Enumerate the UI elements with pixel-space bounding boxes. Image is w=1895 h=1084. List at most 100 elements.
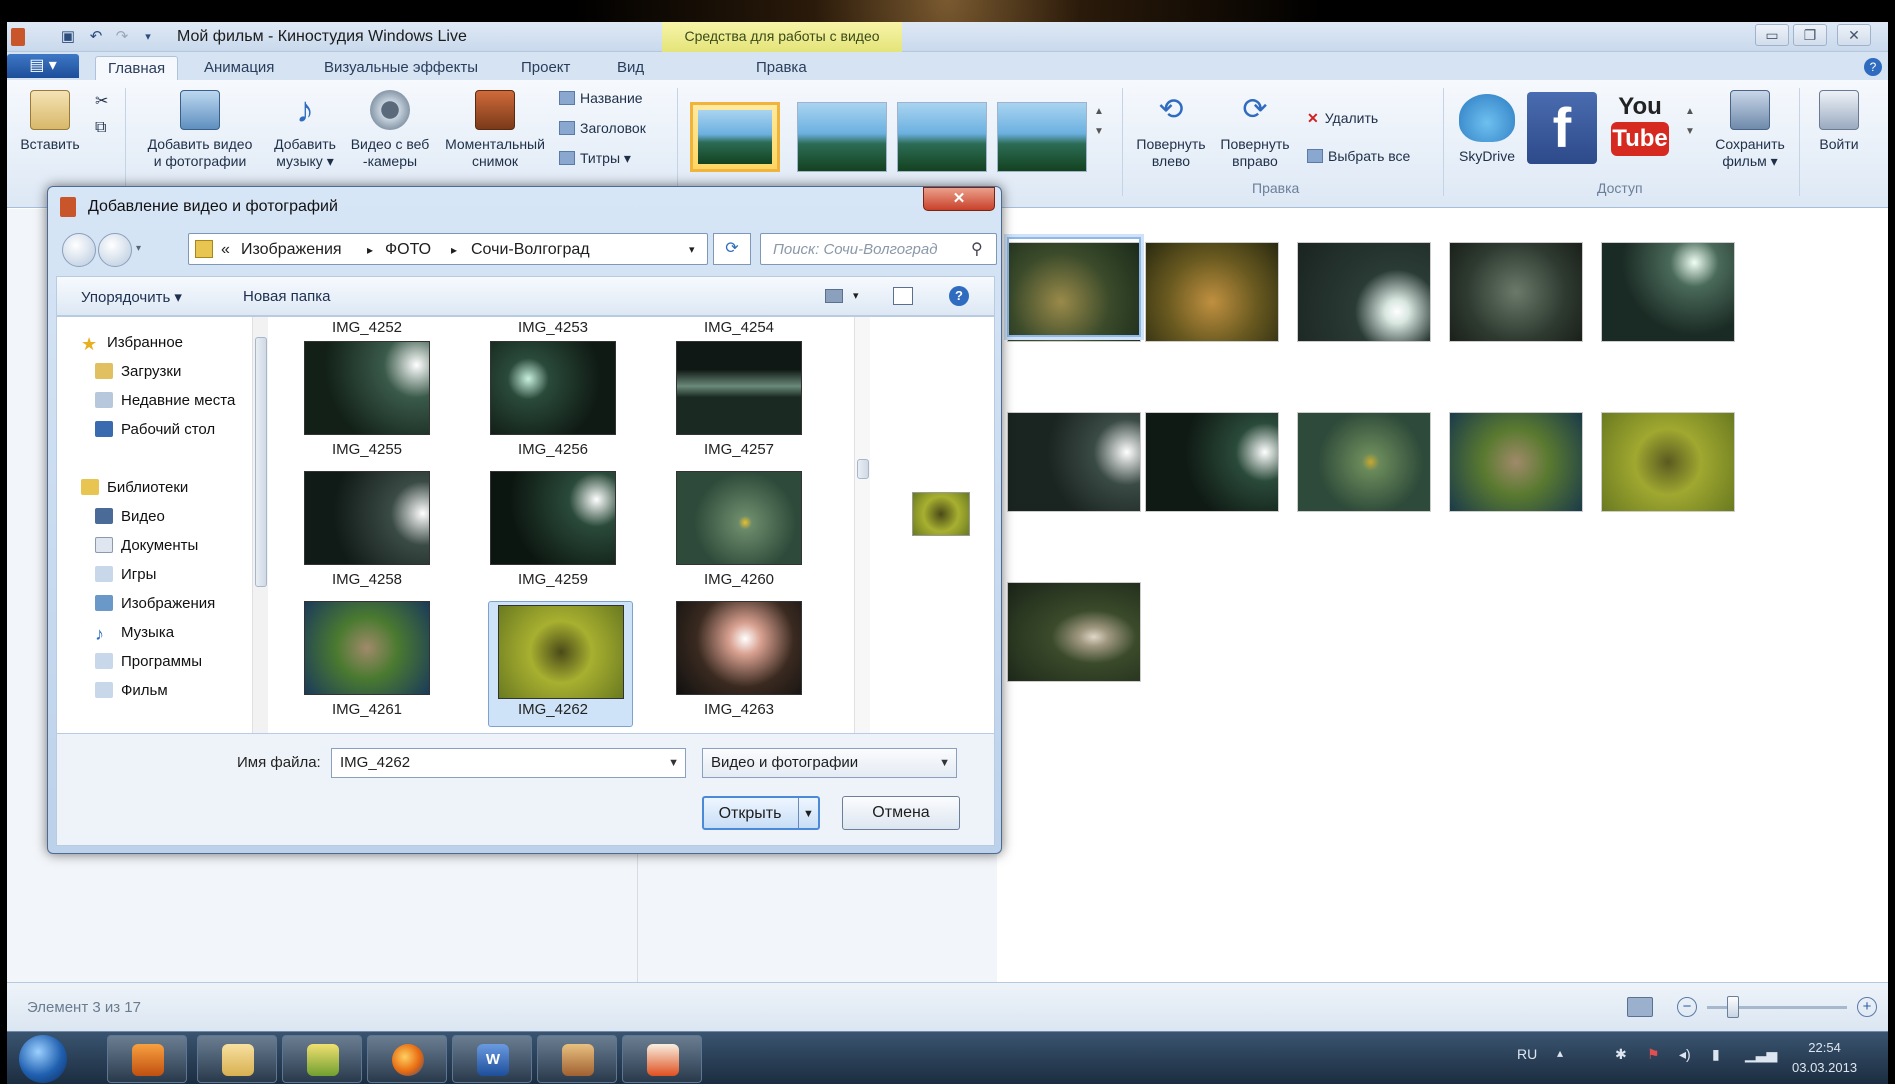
view-icon[interactable] (825, 289, 843, 303)
address-dropdown-icon[interactable]: ▾ (689, 243, 695, 256)
select-all-button[interactable]: Выбрать все (1307, 146, 1410, 166)
taskbar-movie-maker[interactable] (537, 1035, 617, 1083)
nav-libraries[interactable]: Библиотеки (81, 476, 188, 500)
taskbar-explorer[interactable] (197, 1035, 277, 1083)
taskbar-firefox[interactable] (367, 1035, 447, 1083)
snapshot-button[interactable]: Моментальный снимок (435, 90, 555, 170)
copy-icon[interactable]: ⧉ (95, 118, 106, 138)
restore-button[interactable]: ❐ (1793, 24, 1827, 46)
nav-film[interactable]: Фильм (95, 679, 168, 703)
theme-thumb-3[interactable] (897, 102, 987, 172)
skydrive-button[interactable]: SkyDrive (1451, 94, 1523, 165)
nav-programs[interactable]: Программы (95, 650, 202, 674)
file-caption[interactable]: IMG_4260 (664, 571, 814, 588)
nav-music[interactable]: ♪ Музыка (95, 621, 174, 645)
paste-button[interactable]: Вставить (15, 90, 85, 153)
tab-project[interactable]: Проект (509, 56, 582, 80)
address-bar[interactable]: « Изображения ▸ ФОТО ▸ Сочи-Волгоград ▾ (188, 233, 708, 265)
storyboard-clip[interactable] (1297, 412, 1431, 512)
storyboard-clip[interactable] (1601, 242, 1735, 342)
clock[interactable]: 22:54 03.03.2013 (1792, 1038, 1857, 1078)
search-icon[interactable]: ⚲ (971, 239, 983, 259)
nav-documents[interactable]: Документы (95, 534, 198, 558)
breadcrumb-separator[interactable]: ▸ (451, 243, 457, 257)
organize-button[interactable]: Упорядочить ▾ (81, 288, 182, 306)
undo-icon[interactable]: ↶ (87, 28, 105, 46)
bluetooth-icon[interactable]: ✱ (1615, 1046, 1627, 1063)
quick-access-menu-icon[interactable]: ▾ (139, 28, 157, 46)
storyboard-clip[interactable] (1297, 242, 1431, 342)
files-scroll-thumb[interactable] (857, 459, 869, 479)
nav-scrollbar[interactable] (252, 317, 268, 733)
breadcrumb-sochi[interactable]: Сочи-Волгоград (471, 241, 590, 259)
file-caption[interactable]: IMG_4261 (292, 701, 442, 718)
file-thumbnail-selected[interactable] (498, 605, 624, 699)
file-thumbnail[interactable] (304, 471, 430, 565)
file-menu-button[interactable]: ▤ ▾ (7, 54, 79, 78)
nav-recent[interactable]: Недавние места (95, 389, 235, 413)
signin-button[interactable]: Войти (1807, 90, 1871, 153)
nav-images[interactable]: Изображения (95, 592, 215, 616)
gallery-scroll-icon[interactable]: ▲ ▼ (1094, 102, 1104, 137)
new-folder-button[interactable]: Новая папка (243, 288, 330, 305)
storyboard-clip[interactable] (1449, 412, 1583, 512)
file-caption[interactable]: IMG_4254 (664, 319, 814, 336)
file-caption[interactable]: IMG_4253 (478, 319, 628, 336)
action-center-icon[interactable]: ⚑ (1647, 1046, 1660, 1063)
language-indicator[interactable]: RU (1517, 1046, 1537, 1062)
title-button[interactable]: Название (559, 88, 643, 108)
file-caption[interactable]: IMG_4263 (664, 701, 814, 718)
breadcrumb-photo[interactable]: ФОТО (385, 241, 431, 259)
volume-icon[interactable]: ◂) (1679, 1046, 1691, 1063)
tab-view[interactable]: Вид (605, 56, 656, 80)
filetype-dropdown-icon[interactable]: ▼ (939, 749, 950, 777)
storyboard-clip[interactable] (1145, 242, 1279, 342)
nav-video[interactable]: Видео (95, 505, 165, 529)
files-scrollbar[interactable] (854, 317, 870, 733)
close-window-button[interactable]: ✕ (1837, 24, 1871, 46)
search-input[interactable]: Поиск: Сочи-Волгоград ⚲ (760, 233, 997, 265)
theme-thumb-4[interactable] (997, 102, 1087, 172)
nav-scroll-thumb[interactable] (255, 337, 267, 587)
rotate-right-button[interactable]: ⟳ Повернуть вправо (1213, 90, 1297, 170)
file-thumbnail[interactable] (304, 601, 430, 695)
storyboard-clip[interactable] (1601, 412, 1735, 512)
breadcrumb-images[interactable]: Изображения (241, 241, 342, 259)
show-hidden-icons[interactable]: ▴ (1557, 1046, 1563, 1060)
dialog-help-icon[interactable]: ? (949, 286, 969, 306)
file-thumbnail[interactable] (304, 341, 430, 435)
caption-button[interactable]: Заголовок (559, 118, 646, 138)
storyboard-clip[interactable] (1007, 582, 1141, 682)
theme-thumb-1[interactable] (690, 102, 780, 172)
help-icon[interactable]: ? (1864, 58, 1882, 76)
nav-downloads[interactable]: Загрузки (95, 360, 181, 384)
minimize-button[interactable]: ▭ (1755, 24, 1789, 46)
forward-button[interactable] (98, 233, 132, 267)
file-caption[interactable]: IMG_4259 (478, 571, 628, 588)
tab-animation[interactable]: Анимация (192, 56, 286, 80)
credits-button[interactable]: Титры ▾ (559, 148, 631, 168)
breadcrumb-separator[interactable]: ▸ (367, 243, 373, 257)
storyboard-clip[interactable] (1007, 412, 1141, 512)
file-caption-selected[interactable]: IMG_4262 (478, 701, 628, 718)
save-movie-button[interactable]: Сохранить фильм ▾ (1707, 90, 1793, 170)
zoom-in-icon[interactable]: + (1857, 997, 1877, 1017)
view-dropdown-icon[interactable]: ▾ (853, 289, 859, 302)
add-video-photos-button[interactable]: Добавить видео и фотографии (135, 90, 265, 170)
file-thumbnail[interactable] (490, 341, 616, 435)
open-dropdown-icon[interactable]: ▼ (798, 798, 818, 828)
zoom-slider-thumb[interactable] (1727, 996, 1739, 1018)
filename-input[interactable]: IMG_4262 ▼ (331, 748, 686, 778)
file-caption[interactable]: IMG_4256 (478, 441, 628, 458)
file-caption[interactable]: IMG_4255 (292, 441, 442, 458)
taskbar-app[interactable] (282, 1035, 362, 1083)
filename-dropdown-icon[interactable]: ▼ (668, 749, 679, 777)
nav-desktop[interactable]: Рабочий стол (95, 418, 215, 442)
file-thumbnail[interactable] (676, 471, 802, 565)
file-caption[interactable]: IMG_4252 (292, 319, 442, 336)
filetype-select[interactable]: Видео и фотографии ▼ (702, 748, 957, 778)
zoom-out-icon[interactable]: − (1677, 997, 1697, 1017)
history-dropdown-icon[interactable]: ▾ (136, 243, 141, 254)
cancel-button[interactable]: Отмена (842, 796, 960, 830)
file-thumbnail[interactable] (676, 341, 802, 435)
